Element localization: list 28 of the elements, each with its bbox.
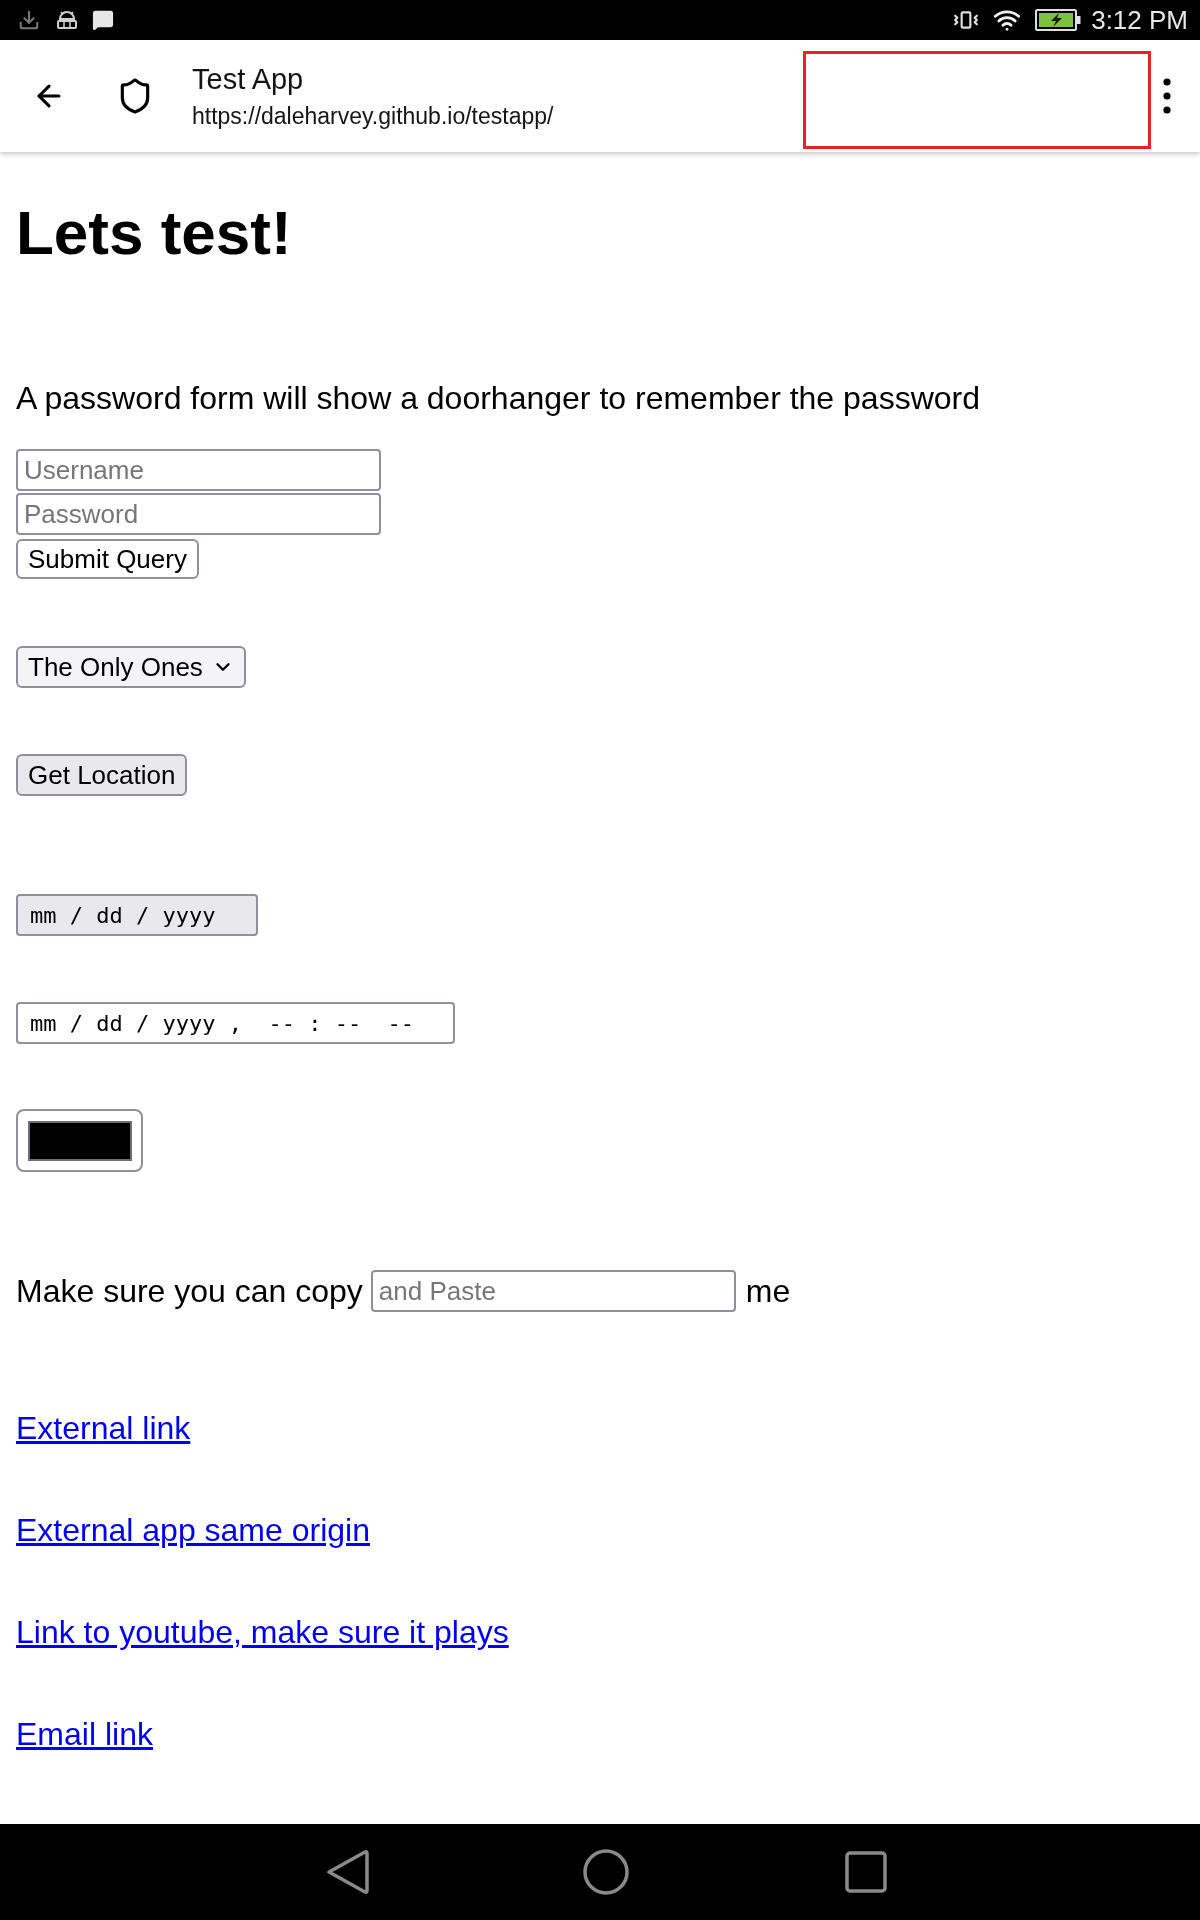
robot-icon [56, 10, 78, 30]
paste-field[interactable]: and Paste [370, 1270, 736, 1312]
url-text: https://daleharvey.github.io/testapp/ [192, 102, 555, 131]
status-time: 3:12 PM [1091, 5, 1188, 35]
home-circle-icon[interactable] [583, 1849, 629, 1895]
submit-button[interactable]: Submit Query [16, 539, 199, 579]
color-picker[interactable] [16, 1109, 143, 1172]
username-field[interactable]: Username [16, 449, 381, 491]
datetime-field[interactable]: mm / dd / yyyy , -- : -- -- [16, 1002, 455, 1044]
back-triangle-icon[interactable] [327, 1850, 369, 1894]
link[interactable]: External app same origin [16, 1510, 370, 1550]
get-location-button[interactable]: Get Location [16, 754, 188, 796]
link[interactable]: Link to youtube, make sure it plays [16, 1612, 509, 1652]
link[interactable]: Email link [16, 1714, 153, 1754]
instruction-text: Make sure you can copy [16, 1272, 363, 1311]
link[interactable]: External link [16, 1408, 191, 1448]
battery-charging-icon [1035, 8, 1082, 32]
page-title: Test App [192, 62, 305, 97]
recents-square-icon[interactable] [845, 1851, 887, 1893]
overflow-menu-icon[interactable] [1163, 78, 1171, 114]
date-field[interactable]: mm / dd / yyyy [16, 894, 258, 936]
page-heading: Lets test! [16, 197, 292, 269]
intro-text: A password form will show a doorhanger to remember the password [16, 379, 980, 418]
download-icon [18, 9, 40, 31]
chat-bubble-icon [92, 9, 114, 31]
instruction-text: me [745, 1272, 791, 1311]
password-field[interactable]: Password [16, 493, 381, 535]
dropdown-select[interactable]: The Only Ones [16, 646, 246, 688]
